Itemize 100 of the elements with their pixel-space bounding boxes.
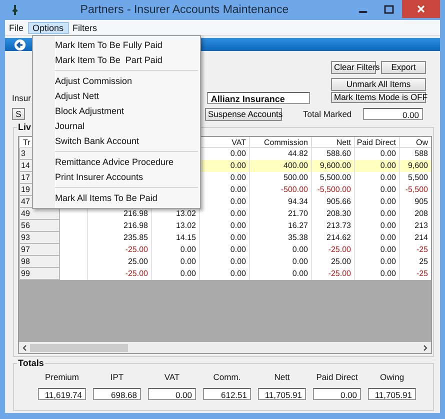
menu-item[interactable]: Adjust Nett <box>33 89 200 104</box>
table-cell: 0.00 <box>230 257 246 266</box>
table-cell: 16.27 <box>288 221 308 230</box>
table-cell: 9,600 <box>408 161 428 170</box>
table-cell: -5,500.00 <box>317 185 351 194</box>
table-cell: 21.70 <box>288 209 308 218</box>
table-cell: 13.02 <box>176 221 196 230</box>
total-marked-label: Total Marked <box>303 109 353 119</box>
suspense-accounts-button[interactable]: Suspense Accounts <box>205 108 282 120</box>
table-cell: 208.30 <box>326 209 351 218</box>
unmark-all-items-button[interactable]: Unmark All Items <box>331 78 426 91</box>
table-cell: 0.00 <box>292 269 308 278</box>
table-cell: 5,500 <box>408 173 428 182</box>
total-label: Owing <box>380 372 404 382</box>
scroll-left-icon[interactable] <box>22 344 28 350</box>
insurer-label: Insur <box>12 92 31 102</box>
table-cell: 93 <box>21 233 30 242</box>
table-cell: 0.00 <box>380 245 396 254</box>
table-cell: -500.00 <box>280 185 308 194</box>
insurer-field[interactable]: Allianz Insurance <box>206 92 310 104</box>
table-cell: 0.00 <box>230 269 246 278</box>
close-icon[interactable] <box>417 5 425 13</box>
table-row[interactable]: 56 216.98 13.02 0.00 16.27 213.73 0.00 213 <box>20 220 431 232</box>
horizontal-scrollbar[interactable] <box>19 342 431 353</box>
menu-item[interactable]: Switch Bank Account <box>33 134 200 149</box>
table-cell: 0.00 <box>180 257 196 266</box>
scroll-right-icon[interactable] <box>422 344 428 350</box>
total-field: 11,705.91 <box>368 388 416 400</box>
table-row[interactable]: 93 235.85 14.15 0.00 35.38 214.62 0.00 214 <box>20 232 431 244</box>
menu-item[interactable]: Block Adjustment <box>33 104 200 119</box>
export-button[interactable]: Export <box>381 61 426 74</box>
table-cell: 0.00 <box>380 209 396 218</box>
total-field: 11,619.74 <box>38 388 86 400</box>
table-cell: 0.00 <box>380 185 396 194</box>
table-cell: 97 <box>21 245 30 254</box>
table-cell: 0.00 <box>380 233 396 242</box>
total-field: 0.00 <box>148 388 196 400</box>
menu-bar-item[interactable]: Options <box>28 22 69 34</box>
column-header[interactable]: Tr <box>23 138 30 146</box>
menu-item[interactable]: Adjust Commission <box>33 74 200 89</box>
table-cell: 14 <box>21 161 30 170</box>
menu-item[interactable]: Journal <box>33 119 200 134</box>
total-marked-field[interactable]: 0.00 <box>363 108 423 120</box>
table-cell: 0.00 <box>380 173 396 182</box>
table-row[interactable]: 97 -25.00 0.00 0.00 0.00 -25.00 0.00 -25 <box>20 244 431 256</box>
table-cell: 235.85 <box>124 233 148 242</box>
table-cell: 0.00 <box>230 245 246 254</box>
table-cell: -25.00 <box>328 245 351 254</box>
table-row[interactable]: 99 -25.00 0.00 0.00 0.00 -25.00 0.00 -25 <box>20 268 431 280</box>
table-cell: 0.00 <box>230 233 246 242</box>
table-cell: 25.00 <box>330 257 351 266</box>
total-label: VAT <box>164 372 180 382</box>
table-cell: 56 <box>21 221 30 230</box>
table-cell: 588 <box>414 149 428 158</box>
window-title: Partners - Insurer Accounts Maintenance <box>79 4 290 16</box>
menu-item[interactable]: Mark Item To Be Part Paid <box>33 53 200 68</box>
table-cell: 216.98 <box>124 221 148 230</box>
maximize-icon[interactable] <box>384 5 394 15</box>
table-row[interactable]: 98 25.00 0.00 0.00 0.00 25.00 0.00 25 <box>20 256 431 268</box>
table-cell: 0.00 <box>230 173 246 182</box>
menu-item[interactable]: Print Insurer Accounts <box>33 170 200 185</box>
menu-item[interactable]: Mark Item To Be Fully Paid <box>33 38 200 53</box>
table-cell: 5,500.00 <box>320 173 351 182</box>
table-cell: 214 <box>414 233 428 242</box>
table-cell: 0.00 <box>180 245 196 254</box>
table-cell: 0.00 <box>230 209 246 218</box>
table-cell: 0.00 <box>180 269 196 278</box>
table-cell: 588.60 <box>326 149 351 158</box>
back-icon[interactable] <box>14 38 26 50</box>
total-label: Premium <box>44 372 79 382</box>
table-cell: 0.00 <box>380 161 396 170</box>
table-cell: -25.00 <box>125 245 148 254</box>
table-cell: 0.00 <box>380 149 396 158</box>
menu-bar-item[interactable]: Filters <box>68 22 102 34</box>
table-cell: -25 <box>416 245 428 254</box>
mark-items-mode-button[interactable]: Mark Items Mode is OFF <box>331 92 426 103</box>
close-button[interactable] <box>402 0 440 18</box>
s-button[interactable]: S <box>12 108 25 120</box>
table-cell: 98 <box>21 257 30 266</box>
table-cell: 0.00 <box>380 197 396 206</box>
total-field: 698.68 <box>93 388 141 400</box>
table-cell: 208 <box>414 209 428 218</box>
total-label: Nett <box>274 372 290 382</box>
table-cell: -5,500 <box>405 185 428 194</box>
table-cell: 0.00 <box>380 221 396 230</box>
table-cell: 0.00 <box>230 161 246 170</box>
app-icon <box>11 4 19 16</box>
total-label: Paid Direct <box>316 372 358 382</box>
table-cell: 216.98 <box>124 209 148 218</box>
total-field: 11,705.91 <box>258 388 306 400</box>
table-cell: 905.66 <box>326 197 351 206</box>
table-cell: 213 <box>414 221 428 230</box>
table-cell: 214.62 <box>326 233 351 242</box>
table-cell: 49 <box>21 209 30 218</box>
table-cell: 0.00 <box>230 185 246 194</box>
menu-bar-item[interactable]: File <box>5 22 28 34</box>
table-cell: 0.00 <box>380 269 396 278</box>
table-cell: 9,600.00 <box>320 161 351 170</box>
table-cell: -25.00 <box>328 269 351 278</box>
total-field: 612.51 <box>203 388 251 400</box>
